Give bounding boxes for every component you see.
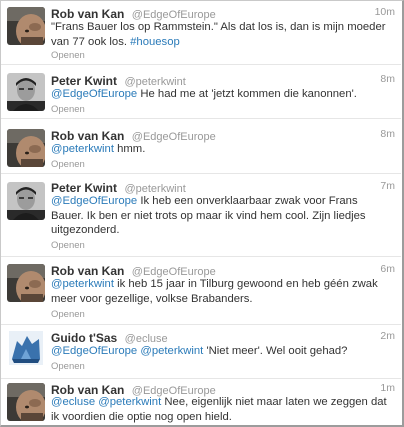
timestamp[interactable]: 2m xyxy=(380,330,395,342)
author-name[interactable]: Rob van Kan xyxy=(51,7,124,21)
tweet-header: Rob van Kan @EdgeOfEurope 8m xyxy=(51,127,395,143)
hashtag-link[interactable]: #houesop xyxy=(130,36,180,48)
tweet-text-part: "Frans Bauer los op Rammstein." Als dat … xyxy=(51,21,386,48)
open-link[interactable]: Openen xyxy=(51,240,85,251)
avatar-image xyxy=(7,129,45,167)
open-link[interactable]: Openen xyxy=(51,309,85,320)
timestamp[interactable]: 8m xyxy=(380,128,395,140)
open-link[interactable]: Openen xyxy=(51,104,85,115)
tweet-text-part: He had me at 'jetzt kommen die kanonnen'… xyxy=(137,88,357,100)
avatar[interactable] xyxy=(7,7,45,45)
timestamp[interactable]: 6m xyxy=(380,263,395,275)
tweet-item[interactable]: Rob van Kan @EdgeOfEurope 1m @ecluse @pe… xyxy=(1,379,401,425)
tweet-item[interactable]: Peter Kwint @peterkwint 8m @EdgeOfEurope… xyxy=(1,65,401,119)
tweet-header: Rob van Kan @EdgeOfEurope 10m xyxy=(51,5,395,21)
avatar-image xyxy=(7,182,45,220)
timeline: Rob van Kan @EdgeOfEurope 10m "Frans Bau… xyxy=(0,0,404,427)
timestamp[interactable]: 10m xyxy=(375,6,395,18)
avatar[interactable] xyxy=(7,383,45,421)
avatar-image xyxy=(7,7,45,45)
tweet-item[interactable]: Rob van Kan @EdgeOfEurope 8m @peterkwint… xyxy=(1,119,401,174)
avatar[interactable] xyxy=(7,329,45,367)
avatar-image xyxy=(7,73,45,111)
tweet-item[interactable]: Guido t'Sas @ecluse 2m @EdgeOfEurope @pe… xyxy=(1,325,401,379)
avatar[interactable] xyxy=(7,129,45,167)
author-name[interactable]: Peter Kwint xyxy=(51,74,117,88)
avatar-image xyxy=(7,264,45,302)
mention-link[interactable]: @EdgeOfEurope xyxy=(51,345,137,357)
mention-link[interactable]: @EdgeOfEurope xyxy=(51,195,137,207)
avatar[interactable] xyxy=(7,264,45,302)
tweet-text: @EdgeOfEurope He had me at 'jetzt kommen… xyxy=(51,87,393,102)
mention-link[interactable]: @peterkwint xyxy=(51,278,114,290)
avatar-image xyxy=(7,383,45,421)
author-name[interactable]: Peter Kwint xyxy=(51,181,117,195)
tweet-header: Guido t'Sas @ecluse 2m xyxy=(51,329,395,345)
tweet-text: @EdgeOfEurope @peterkwint 'Niet meer'. W… xyxy=(51,344,393,359)
tweet-text-part: 'Niet meer'. Wel ooit gehad? xyxy=(203,345,348,357)
tweet-text: @EdgeOfEurope Ik heb een onverklaarbaar … xyxy=(51,194,393,238)
timestamp[interactable]: 8m xyxy=(380,73,395,85)
mention-link[interactable]: @ecluse xyxy=(51,396,95,408)
avatar-image xyxy=(7,329,45,367)
author-name[interactable]: Guido t'Sas xyxy=(51,331,117,345)
avatar[interactable] xyxy=(7,73,45,111)
timestamp[interactable]: 7m xyxy=(380,180,395,192)
tweet-text: @ecluse @peterkwint Nee, eigenlijk niet … xyxy=(51,395,393,424)
tweet-item[interactable]: Peter Kwint @peterkwint 7m @EdgeOfEurope… xyxy=(1,174,401,257)
open-link[interactable]: Openen xyxy=(51,159,85,170)
tweet-header: Peter Kwint @peterkwint 8m xyxy=(51,72,395,88)
mention-link[interactable]: @peterkwint xyxy=(140,345,203,357)
tweet-text: "Frans Bauer los op Rammstein." Als dat … xyxy=(51,20,393,49)
tweet-text: @peterkwint hmm. xyxy=(51,142,393,157)
mention-link[interactable]: @peterkwint xyxy=(98,396,161,408)
open-link[interactable]: Openen xyxy=(51,361,85,372)
tweet-header: Rob van Kan @EdgeOfEurope 6m xyxy=(51,262,395,278)
author-name[interactable]: Rob van Kan xyxy=(51,264,124,278)
mention-link[interactable]: @EdgeOfEurope xyxy=(51,88,137,100)
tweet-text: @peterkwint ik heb 15 jaar in Tilburg ge… xyxy=(51,277,393,306)
author-name[interactable]: Rob van Kan xyxy=(51,129,124,143)
tweet-item[interactable]: Rob van Kan @EdgeOfEurope 6m @peterkwint… xyxy=(1,257,401,325)
tweet-header: Peter Kwint @peterkwint 7m xyxy=(51,179,395,195)
mention-link[interactable]: @peterkwint xyxy=(51,143,114,155)
open-link[interactable]: Openen xyxy=(51,50,85,61)
timestamp[interactable]: 1m xyxy=(380,382,395,394)
tweet-item[interactable]: Rob van Kan @EdgeOfEurope 10m "Frans Bau… xyxy=(1,1,401,65)
avatar[interactable] xyxy=(7,182,45,220)
tweet-text-part: hmm. xyxy=(113,143,146,155)
